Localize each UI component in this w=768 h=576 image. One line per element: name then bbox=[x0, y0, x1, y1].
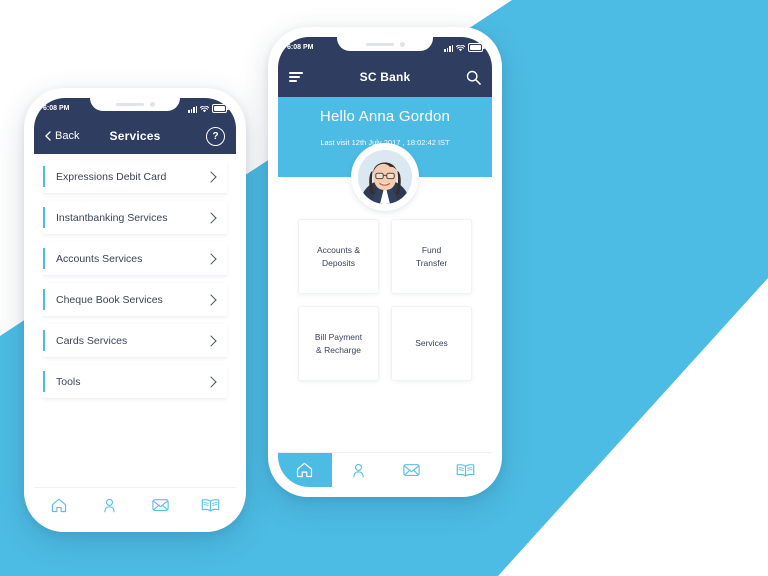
screen-services: 6:08 PM Back Services ? Expressions Debi… bbox=[34, 98, 236, 522]
tile-bill-payment-recharge[interactable]: Bill Payment & Recharge bbox=[298, 306, 379, 381]
greeting-text: Hello Anna Gordon bbox=[319, 108, 451, 125]
signal-bars-icon bbox=[444, 44, 453, 52]
list-item-label: Instantbanking Services bbox=[56, 211, 168, 224]
list-item-label: Cards Services bbox=[56, 334, 128, 347]
list-item[interactable]: Cards Services bbox=[43, 324, 227, 358]
list-item[interactable]: Expressions Debit Card bbox=[43, 160, 227, 194]
home-icon bbox=[52, 498, 67, 512]
tab-mail[interactable] bbox=[385, 453, 439, 487]
tab-passbook[interactable] bbox=[186, 488, 237, 522]
status-indicators bbox=[444, 42, 485, 52]
phone-home: 6:08 PM SC Bank Hello Anna Gordon Last v… bbox=[268, 27, 502, 497]
tab-profile[interactable] bbox=[85, 488, 136, 522]
screenshot-stage: 6:08 PM Back Services ? Expressions Debi… bbox=[0, 0, 768, 576]
notch bbox=[90, 98, 180, 111]
avatar[interactable] bbox=[351, 143, 419, 211]
list-item-label: Cheque Book Services bbox=[56, 293, 163, 306]
phone-services: 6:08 PM Back Services ? Expressions Debi… bbox=[24, 88, 246, 532]
notch bbox=[337, 37, 433, 51]
chevron-right-icon bbox=[205, 252, 217, 265]
tile-label: Fund Transfer bbox=[415, 245, 448, 268]
hamburger-icon[interactable] bbox=[289, 71, 303, 83]
mail-icon bbox=[403, 464, 420, 477]
nav-bar-services: Back Services ? bbox=[34, 118, 236, 154]
chevron-right-icon bbox=[205, 211, 217, 224]
status-time: 6:08 PM bbox=[43, 104, 70, 112]
list-item-label: Tools bbox=[56, 375, 81, 388]
list-item[interactable]: Tools bbox=[43, 365, 227, 399]
tab-home[interactable] bbox=[34, 488, 85, 522]
tile-label: Services bbox=[415, 338, 448, 349]
bottom-tab-bar bbox=[278, 452, 492, 487]
front-camera bbox=[399, 41, 405, 47]
wifi-icon bbox=[200, 105, 209, 112]
tab-passbook[interactable] bbox=[439, 453, 493, 487]
front-camera bbox=[149, 102, 155, 107]
list-item[interactable]: Accounts Services bbox=[43, 242, 227, 276]
person-icon bbox=[104, 498, 115, 512]
avatar-photo bbox=[358, 150, 412, 204]
battery-icon bbox=[212, 103, 229, 113]
list-item-label: Expressions Debit Card bbox=[56, 170, 167, 183]
hero-greeting-panel: Hello Anna Gordon Last visit 12th July 2… bbox=[278, 97, 492, 211]
status-indicators bbox=[188, 103, 229, 113]
tile-services[interactable]: Services bbox=[391, 306, 472, 381]
back-button[interactable]: Back bbox=[45, 130, 79, 142]
battery-icon bbox=[468, 42, 485, 52]
chevron-right-icon bbox=[205, 334, 217, 347]
chevron-left-icon bbox=[45, 131, 51, 141]
speaker-grille bbox=[365, 42, 394, 46]
chevron-right-icon bbox=[205, 170, 217, 183]
list-item[interactable]: Cheque Book Services bbox=[43, 283, 227, 317]
person-icon bbox=[353, 463, 364, 477]
mail-icon bbox=[152, 499, 169, 512]
wifi-icon bbox=[456, 44, 465, 51]
nav-bar-home: SC Bank bbox=[278, 57, 492, 97]
home-icon bbox=[297, 462, 313, 478]
speaker-grille bbox=[115, 103, 144, 106]
avatar-illustration bbox=[358, 150, 412, 204]
status-time: 6:08 PM bbox=[287, 43, 314, 51]
list-item[interactable]: Instantbanking Services bbox=[43, 201, 227, 235]
chevron-right-icon bbox=[205, 375, 217, 388]
help-button[interactable]: ? bbox=[206, 126, 225, 146]
tab-mail[interactable] bbox=[135, 488, 186, 522]
signal-bars-icon bbox=[188, 105, 197, 113]
chevron-right-icon bbox=[205, 293, 217, 306]
screen-home: 6:08 PM SC Bank Hello Anna Gordon Last v… bbox=[278, 37, 492, 487]
tile-fund-transfer[interactable]: Fund Transfer bbox=[391, 219, 472, 294]
tab-profile[interactable] bbox=[332, 453, 386, 487]
tile-accounts-deposits[interactable]: Accounts & Deposits bbox=[298, 219, 379, 294]
bottom-tab-bar bbox=[34, 487, 236, 522]
list-item-label: Accounts Services bbox=[56, 252, 143, 265]
page-title: SC Bank bbox=[359, 70, 411, 84]
services-list: Expressions Debit Card Instantbanking Se… bbox=[34, 154, 236, 399]
tile-label: Bill Payment & Recharge bbox=[314, 332, 363, 355]
back-label: Back bbox=[55, 130, 80, 142]
passbook-icon bbox=[456, 463, 475, 477]
tile-label: Accounts & Deposits bbox=[317, 245, 360, 268]
tab-home[interactable] bbox=[278, 453, 332, 487]
passbook-icon bbox=[201, 498, 220, 512]
